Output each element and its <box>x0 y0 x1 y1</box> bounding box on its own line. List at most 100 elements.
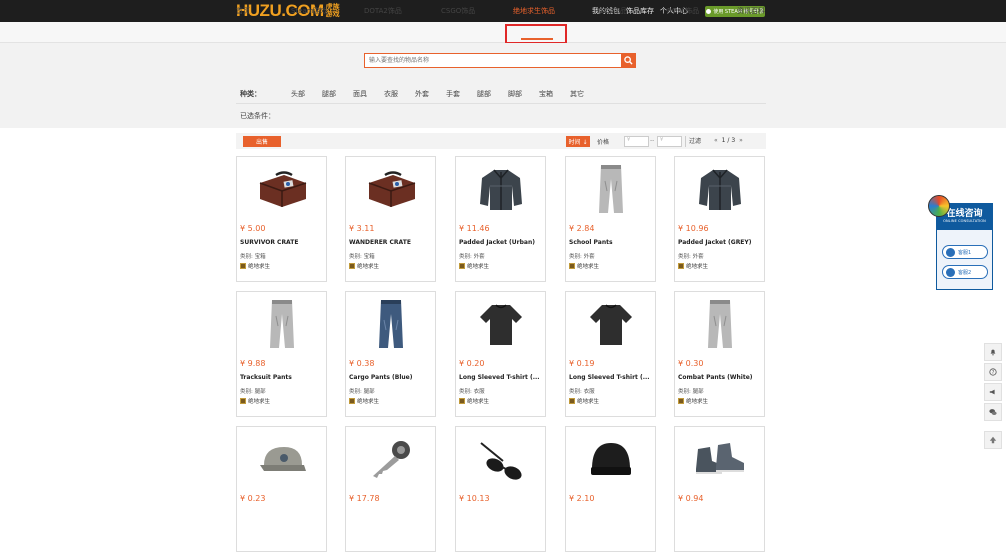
product-game-label: 绝地求生 <box>467 264 490 270</box>
product-image[interactable] <box>456 427 545 493</box>
product-price: ¥ 3.11 <box>349 224 375 233</box>
sell-button[interactable]: 出售 <box>243 136 281 147</box>
product-game: 绝地求生 <box>678 397 708 405</box>
product-image[interactable] <box>456 157 545 223</box>
pager-prev-button[interactable]: « <box>714 137 718 144</box>
product-image[interactable] <box>456 292 545 358</box>
search-input[interactable] <box>365 54 621 67</box>
product-image[interactable] <box>566 427 655 493</box>
product-name[interactable]: Tracksuit Pants <box>240 374 326 381</box>
nav-csgo[interactable]: CSGO饰品 <box>441 6 475 16</box>
bell-icon <box>990 349 996 356</box>
back-to-top-button[interactable] <box>984 431 1002 449</box>
nav-h1z1[interactable]: H1Z1饰品 <box>594 6 627 16</box>
sort-by-time-button[interactable]: 时间 ↓ <box>566 136 590 147</box>
product-image[interactable] <box>237 427 326 493</box>
product-price: ¥ 0.38 <box>349 359 375 368</box>
search-button[interactable] <box>621 53 636 68</box>
product-game: 绝地求生 <box>459 262 489 270</box>
product-image[interactable] <box>675 427 764 493</box>
product-game-label: 绝地求生 <box>248 399 271 405</box>
product-game-label: 绝地求生 <box>686 264 709 270</box>
product-card[interactable]: ¥ 3.11 WANDERER CRATE 类别: 宝箱 绝地求生 <box>345 156 436 282</box>
product-image[interactable] <box>346 427 435 493</box>
product-card[interactable]: ¥ 0.20 Long Sleeved T-shirt (... 类别: 衣服 绝地求… <box>455 291 546 417</box>
nav-steam-games[interactable]: Steam游戏 <box>291 6 328 16</box>
category-label: 种类： <box>240 90 261 98</box>
category-coat[interactable]: 外套 <box>415 89 429 99</box>
pants-icon <box>702 296 738 354</box>
wechat-button[interactable] <box>984 403 1002 421</box>
nav-roll[interactable]: ROLL饰品 <box>667 6 699 16</box>
product-image[interactable] <box>237 292 326 358</box>
product-name[interactable]: School Pants <box>569 239 655 246</box>
notification-button[interactable] <box>984 343 1002 361</box>
pants-icon <box>593 161 629 219</box>
product-name[interactable]: SURVIVOR CRATE <box>240 239 326 246</box>
product-image[interactable] <box>675 157 764 223</box>
product-card[interactable]: ¥ 2.10 <box>565 426 656 552</box>
nav-pubg[interactable]: 绝地求生饰品 <box>513 6 555 16</box>
product-name[interactable]: Cargo Pants (Blue) <box>349 374 435 381</box>
product-image[interactable] <box>566 292 655 358</box>
product-card[interactable]: ¥ 0.23 <box>236 426 327 552</box>
product-category: 类别: 衣服 <box>569 389 595 395</box>
product-category: 类别: 宝箱 <box>349 254 375 260</box>
product-card[interactable]: ¥ 2.84 School Pants 类别: 外套 绝地求生 <box>565 156 656 282</box>
product-card[interactable]: ¥ 0.38 Cargo Pants (Blue) 类别: 腿部 绝地求生 <box>345 291 436 417</box>
product-name[interactable]: Long Sleeved T-shirt (... <box>569 374 655 381</box>
filter-button[interactable]: 过滤 <box>685 136 701 147</box>
category-legs[interactable]: 腿部 <box>322 89 336 99</box>
product-image[interactable] <box>566 157 655 223</box>
nav-dota2[interactable]: DOTA2饰品 <box>364 6 402 16</box>
pubg-icon <box>459 398 465 404</box>
product-card[interactable]: ¥ 0.94 <box>674 426 765 552</box>
category-mask[interactable]: 面具 <box>353 89 367 99</box>
product-card[interactable]: ¥ 17.78 <box>345 426 436 552</box>
product-image[interactable] <box>346 292 435 358</box>
qq-service-1-button[interactable]: 客服1 <box>942 245 988 259</box>
category-legs-2[interactable]: 腿部 <box>477 89 491 99</box>
product-card[interactable]: ¥ 5.00 SURVIVOR CRATE 类别: 宝箱 绝地求生 <box>236 156 327 282</box>
product-image[interactable] <box>675 292 764 358</box>
category-other[interactable]: 其它 <box>570 89 584 99</box>
product-card[interactable]: ¥ 11.46 Padded Jacket (Urban) 类别: 外套 绝地求生 <box>455 156 546 282</box>
balloon-icon <box>928 195 950 217</box>
qq-service-1-label: 客服1 <box>958 249 972 256</box>
product-name[interactable]: Padded Jacket (Urban) <box>459 239 545 246</box>
inventory-link[interactable]: 饰品库存 <box>626 6 654 16</box>
product-category: 类别: 腿部 <box>240 389 266 395</box>
pager-next-button[interactable]: » <box>739 137 743 144</box>
chat-icon <box>989 409 997 415</box>
product-price: ¥ 10.96 <box>678 224 709 233</box>
product-name[interactable]: WANDERER CRATE <box>349 239 435 246</box>
product-name[interactable]: Long Sleeved T-shirt (... <box>459 374 545 381</box>
product-card[interactable]: ¥ 0.30 Combat Pants (White) 类别: 腿部 绝地求生 <box>674 291 765 417</box>
product-card[interactable]: ¥ 10.13 <box>455 426 546 552</box>
product-card[interactable]: ¥ 0.19 Long Sleeved T-shirt (... 类别: 衣服 绝地求… <box>565 291 656 417</box>
jeans-icon <box>373 296 409 354</box>
product-category: 类别: 外套 <box>678 254 704 260</box>
qq-service-2-button[interactable]: 客服2 <box>942 265 988 279</box>
product-name[interactable]: Combat Pants (White) <box>678 374 764 381</box>
price-min-input[interactable]: ¥ <box>624 136 649 147</box>
product-price: ¥ 0.20 <box>459 359 485 368</box>
nav-home[interactable]: 首页 <box>236 6 250 16</box>
sort-by-price-button[interactable]: 价格 <box>597 137 609 146</box>
category-clothes[interactable]: 衣服 <box>384 89 398 99</box>
jacket-icon <box>695 164 745 216</box>
price-max-input[interactable]: ¥ <box>657 136 682 147</box>
category-gloves[interactable]: 手套 <box>446 89 460 99</box>
product-image[interactable] <box>237 157 326 223</box>
product-image[interactable] <box>346 157 435 223</box>
product-card[interactable]: ¥ 10.96 Padded Jacket (GREY) 类别: 外套绝地求生 <box>674 156 765 282</box>
category-crate[interactable]: 宝箱 <box>539 89 553 99</box>
category-head[interactable]: 头部 <box>291 89 305 99</box>
product-card[interactable]: ¥ 9.88 Tracksuit Pants 类别: 腿部 绝地求生 <box>236 291 327 417</box>
feedback-button[interactable] <box>984 383 1002 401</box>
category-feet[interactable]: 脚部 <box>508 89 522 99</box>
consult-subtitle: ONLINE CONSULTATION <box>943 219 986 223</box>
product-name[interactable]: Padded Jacket (GREY) <box>678 239 764 246</box>
nav-news[interactable]: 资讯百科 <box>737 6 765 16</box>
help-button[interactable]: ? <box>984 363 1002 381</box>
